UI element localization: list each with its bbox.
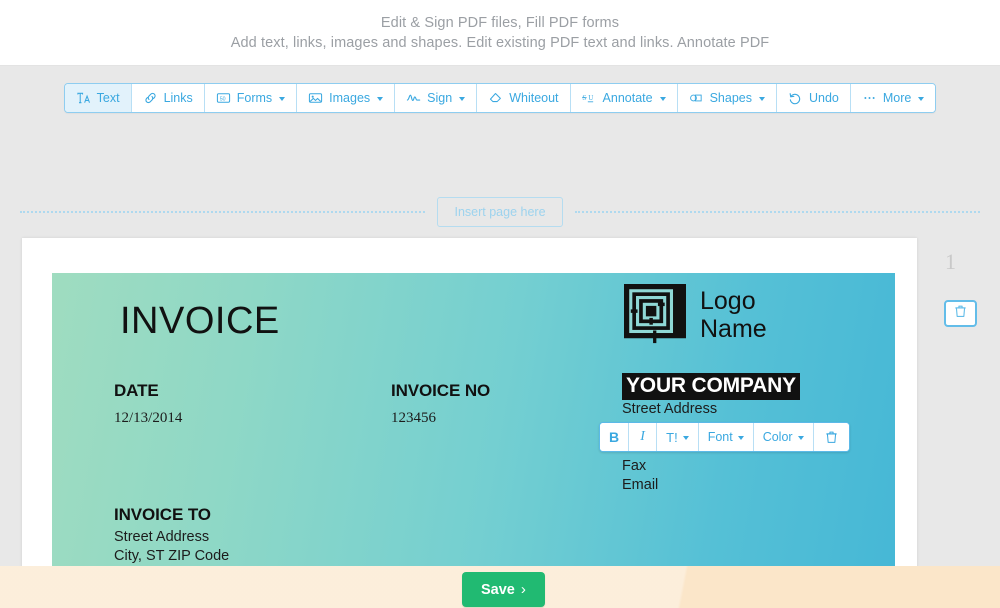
chevron-down-icon (918, 97, 925, 101)
italic-button[interactable]: I (629, 423, 658, 451)
toolbar-label-annotate: Annotate (602, 91, 653, 105)
toolbar-button-images[interactable]: Images (297, 84, 396, 112)
font-label: Font (707, 430, 733, 444)
toolbar-label-sign: Sign (427, 91, 453, 105)
shapes-icon (689, 91, 704, 105)
invoice-to-line[interactable]: Street Address (114, 528, 229, 547)
date-value[interactable]: 12/13/2014 (114, 410, 182, 427)
bold-button[interactable]: B (600, 423, 630, 451)
text-size-button[interactable]: T! (657, 423, 699, 451)
invoice-no-label: INVOICE NO (391, 381, 491, 400)
invoice-no-value[interactable]: 123456 (391, 410, 490, 427)
company-name-selected-text[interactable]: YOUR COMPANY (622, 373, 800, 400)
toolbar-button-shapes[interactable]: Shapes (677, 84, 777, 112)
toolbar-button-forms[interactable]: 50 Forms (204, 84, 298, 112)
signature-icon (406, 91, 421, 105)
date-block: DATE 12/13/2014 (114, 381, 182, 427)
save-label: Save (481, 581, 515, 598)
text-size-label: T! (666, 429, 678, 445)
chevron-down-icon (759, 97, 765, 101)
delete-text-button[interactable] (813, 423, 849, 451)
date-label: DATE (114, 381, 159, 400)
delete-page-button[interactable] (944, 300, 977, 327)
trash-icon (824, 430, 839, 444)
insert-page-divider: Insert page here (20, 197, 981, 227)
chevron-down-icon (682, 436, 689, 440)
font-button[interactable]: Font (698, 423, 754, 451)
toolbar-container: Text Links 50 Forms Images Sign Whiteout… (0, 83, 1000, 113)
editor-workspace: Text Links 50 Forms Images Sign Whiteout… (0, 66, 1000, 608)
divider-line-right (574, 211, 981, 213)
strikethrough-underline-icon: S U (581, 91, 597, 105)
chevron-down-icon (659, 97, 666, 101)
ellipsis-icon (862, 91, 877, 105)
logo-block[interactable]: Logo Name (624, 284, 767, 346)
company-line[interactable]: Email (622, 476, 800, 495)
chevron-down-icon (377, 97, 384, 101)
toolbar-button-undo[interactable]: Undo (777, 84, 851, 112)
toolbar-button-sign[interactable]: Sign (395, 84, 478, 112)
toolbar-label-undo: Undo (809, 91, 839, 105)
text-cursor-icon (76, 91, 91, 105)
insert-page-button[interactable]: Insert page here (437, 197, 563, 227)
promo-line-2: Add text, links, images and shapes. Edit… (230, 34, 770, 51)
svg-text:S: S (582, 94, 586, 102)
logo-name-text: Logo Name (700, 287, 767, 343)
chevron-down-icon (797, 436, 804, 440)
eraser-icon (488, 91, 503, 105)
toolbar-label-whiteout: Whiteout (509, 91, 559, 105)
promo-header: Edit & Sign PDF files, Fill PDF forms Ad… (0, 0, 1000, 66)
text-format-toolbar: B I T! Font Color (599, 422, 850, 452)
toolbar-button-text[interactable]: Text (64, 84, 132, 112)
link-icon (143, 91, 158, 105)
company-line[interactable]: Street Address (622, 400, 800, 419)
promo-line-1: Edit & Sign PDF files, Fill PDF forms (380, 14, 620, 31)
toolbar-label-links: Links (163, 91, 193, 105)
invoice-to-label: INVOICE TO (114, 505, 211, 524)
svg-text:50: 50 (220, 96, 226, 102)
company-line[interactable]: Fax (622, 457, 800, 476)
toolbar-label-text: Text (96, 91, 120, 105)
image-icon (308, 91, 323, 105)
divider-line-left (20, 211, 426, 213)
invoice-no-block: INVOICE NO 123456 (391, 381, 490, 427)
color-label: Color (762, 430, 793, 444)
save-button[interactable]: Save › (462, 572, 545, 607)
invoice-to-line[interactable]: City, ST ZIP Code (114, 547, 229, 566)
logo-name-line-2: Name (700, 315, 767, 343)
toolbar-button-more[interactable]: More (850, 84, 936, 112)
trash-icon (954, 304, 967, 323)
toolbar-button-links[interactable]: Links (131, 84, 205, 112)
logo-name-line-1: Logo (700, 287, 756, 315)
toolbar-label-more: More (882, 91, 912, 105)
maze-logo-icon (624, 284, 686, 344)
toolbar-label-images: Images (329, 91, 371, 105)
page-number-label: 1 (945, 249, 956, 274)
toolbar-button-whiteout[interactable]: Whiteout (477, 84, 571, 112)
main-toolbar: Text Links 50 Forms Images Sign Whiteout… (63, 83, 937, 113)
undo-arrow-icon (788, 91, 803, 105)
toolbar-label-forms: Forms (236, 91, 273, 105)
form-field-icon: 50 (216, 91, 231, 105)
chevron-down-icon (459, 97, 466, 101)
chevron-down-icon (279, 97, 286, 101)
chevron-down-icon (737, 436, 744, 440)
toolbar-button-annotate[interactable]: S U Annotate (570, 84, 678, 112)
toolbar-label-shapes: Shapes (709, 91, 752, 105)
invoice-title: INVOICE (120, 300, 280, 342)
color-button[interactable]: Color (753, 423, 814, 451)
svg-text:U: U (588, 94, 593, 102)
chevron-right-icon: › (520, 581, 526, 598)
